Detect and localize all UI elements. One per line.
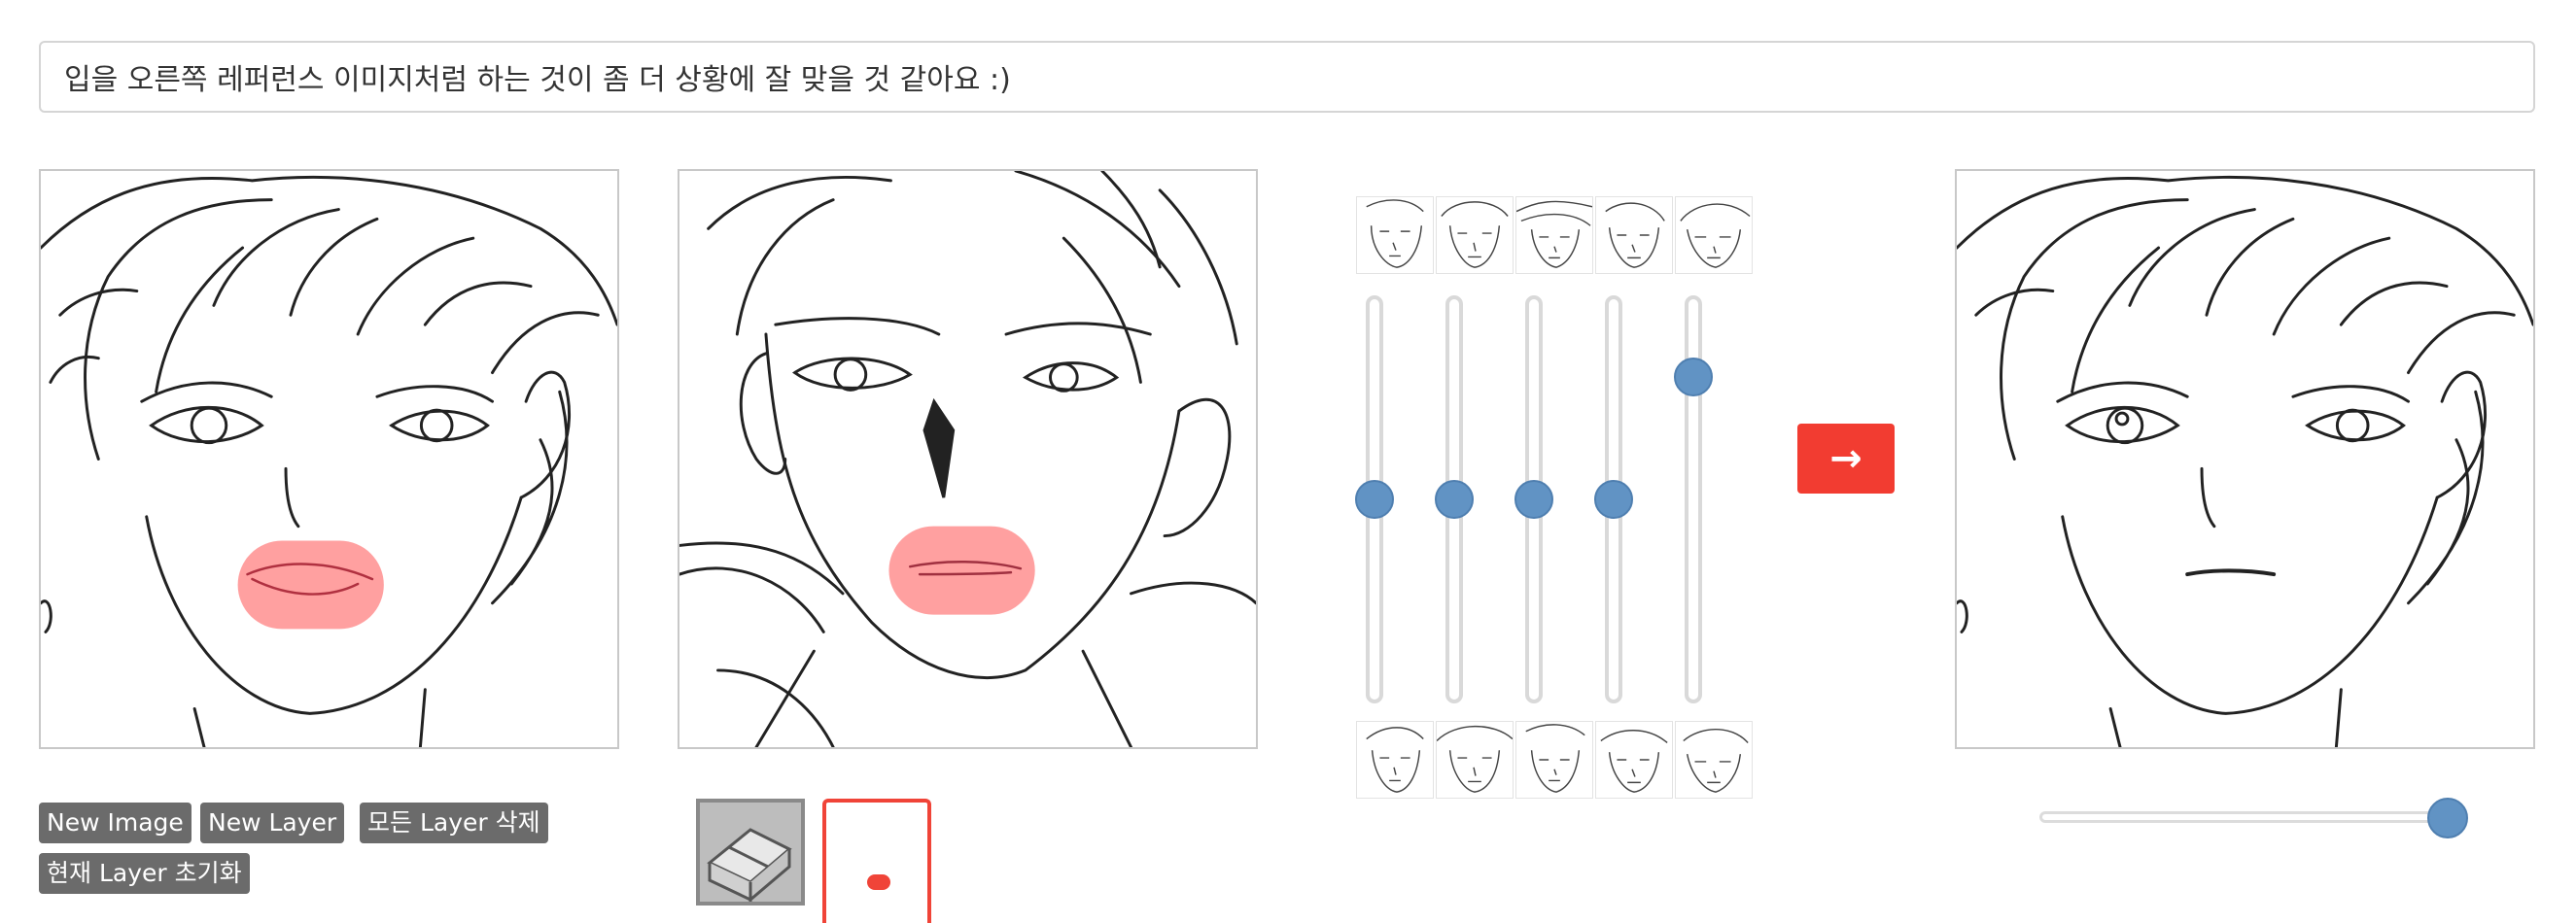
style-thumbnail-bottom-5[interactable] [1675, 721, 1753, 799]
style-slider-track-5[interactable] [1685, 295, 1702, 703]
sketch-canvas[interactable] [39, 169, 619, 749]
style-thumbnail-bottom-4[interactable] [1595, 721, 1673, 799]
result-canvas [1955, 169, 2535, 749]
reference-drawing [679, 171, 1256, 747]
eraser-icon [707, 828, 792, 902]
style-slider-handle-3[interactable] [1514, 480, 1553, 519]
eraser-tool-button[interactable] [696, 799, 805, 906]
style-thumbnail-top-3[interactable] [1515, 196, 1593, 274]
style-slider-handle-5[interactable] [1674, 358, 1713, 396]
brush-tool-button[interactable] [822, 799, 931, 923]
style-thumbnail-top-2[interactable] [1436, 196, 1514, 274]
style-thumbnail-bottom-2[interactable] [1436, 721, 1514, 799]
new-layer-button[interactable]: New Layer [200, 803, 345, 843]
output-blend-slider-track[interactable] [2039, 811, 2452, 823]
output-blend-slider-handle[interactable] [2427, 798, 2468, 838]
style-slider-handle-2[interactable] [1435, 480, 1474, 519]
arrow-right-icon: → [1829, 436, 1862, 481]
delete-all-layers-button[interactable]: 모든 Layer 삭제 [360, 803, 548, 843]
reset-current-layer-button[interactable]: 현재 Layer 초기화 [39, 853, 250, 894]
generate-button[interactable]: → [1797, 424, 1895, 494]
sketch-drawing [41, 175, 617, 747]
style-thumbnail-bottom-1[interactable] [1356, 721, 1434, 799]
style-slider-handle-1[interactable] [1355, 480, 1394, 519]
reference-canvas[interactable] [678, 169, 1258, 749]
style-thumbnail-top-4[interactable] [1595, 196, 1673, 274]
brush-icon [867, 874, 890, 890]
style-thumbnail-top-5[interactable] [1675, 196, 1753, 274]
result-drawing [1957, 175, 2533, 747]
style-thumbnail-top-1[interactable] [1356, 196, 1434, 274]
new-image-button[interactable]: New Image [39, 803, 191, 843]
style-slider-handle-4[interactable] [1594, 480, 1633, 519]
style-thumbnail-bottom-3[interactable] [1515, 721, 1593, 799]
comment-input[interactable] [39, 41, 2535, 113]
